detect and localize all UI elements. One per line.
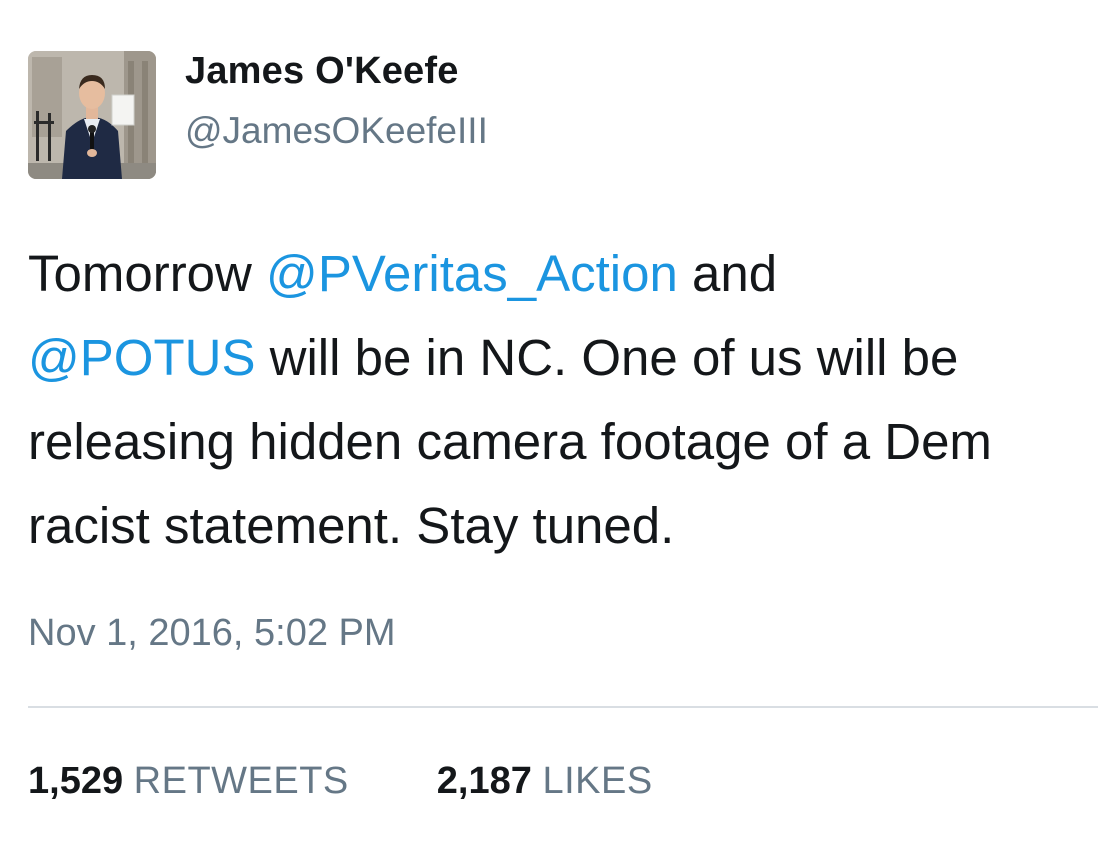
likes-stat[interactable]: 2,187 LIKES — [437, 760, 653, 803]
likes-label: LIKES — [542, 760, 653, 802]
retweets-count: 1,529 — [28, 760, 124, 802]
divider — [28, 706, 1098, 708]
tweet-text-segment: Tomorrow — [28, 245, 267, 302]
display-name[interactable]: James O'Keefe — [185, 50, 459, 93]
tweet-stats: 1,529 RETWEETS 2,187 LIKES — [28, 760, 653, 803]
tweet-timestamp[interactable]: Nov 1, 2016, 5:02 PM — [28, 612, 396, 655]
user-handle[interactable]: @JamesOKeefeIII — [185, 110, 488, 152]
retweets-stat[interactable]: 1,529 RETWEETS — [28, 760, 349, 803]
likes-count: 2,187 — [436, 760, 532, 802]
mention-link-potus[interactable]: @POTUS — [28, 329, 255, 386]
tweet-text-segment: and — [677, 245, 778, 302]
tweet-text: Tomorrow @PVeritas_Action and @POTUS wil… — [28, 232, 1088, 568]
retweets-label: RETWEETS — [133, 760, 349, 802]
avatar[interactable] — [28, 51, 156, 179]
tweet-card: James O'Keefe @JamesOKeefeIII Tomorrow @… — [0, 0, 1113, 854]
mention-link-pveritas-action[interactable]: @PVeritas_Action — [266, 245, 678, 302]
